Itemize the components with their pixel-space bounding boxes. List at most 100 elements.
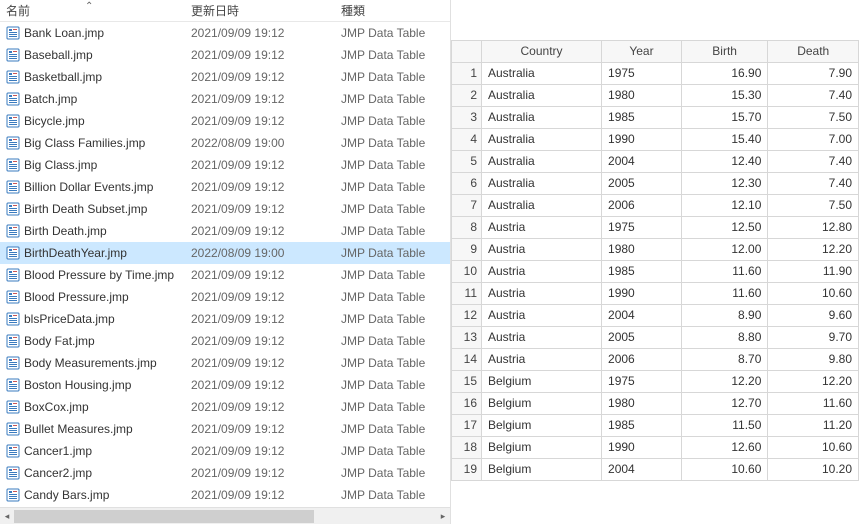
file-row[interactable]: Big Class.jmp2021/09/09 19:12JMP Data Ta…	[0, 154, 450, 176]
row-number-cell[interactable]: 14	[452, 348, 482, 370]
data-cell[interactable]: 7.50	[768, 106, 859, 128]
table-row[interactable]: 5Australia200412.407.40	[452, 150, 859, 172]
data-cell[interactable]: 7.40	[768, 84, 859, 106]
data-cell[interactable]: 10.60	[768, 436, 859, 458]
data-cell[interactable]: 12.00	[681, 238, 768, 260]
data-cell[interactable]: Australia	[482, 84, 602, 106]
table-row[interactable]: 17Belgium198511.5011.20	[452, 414, 859, 436]
data-cell[interactable]: 10.20	[768, 458, 859, 480]
data-cell[interactable]: 7.50	[768, 194, 859, 216]
data-cell[interactable]: 1980	[602, 84, 682, 106]
row-number-cell[interactable]: 3	[452, 106, 482, 128]
file-row[interactable]: Cancer2.jmp2021/09/09 19:12JMP Data Tabl…	[0, 462, 450, 484]
table-row[interactable]: 13Austria20058.809.70	[452, 326, 859, 348]
data-cell[interactable]: 9.60	[768, 304, 859, 326]
table-row[interactable]: 2Australia198015.307.40	[452, 84, 859, 106]
data-cell[interactable]: 10.60	[768, 282, 859, 304]
file-row[interactable]: Blood Pressure by Time.jmp2021/09/09 19:…	[0, 264, 450, 286]
row-number-cell[interactable]: 15	[452, 370, 482, 392]
data-cell[interactable]: Australia	[482, 62, 602, 84]
data-cell[interactable]: Australia	[482, 106, 602, 128]
data-cell[interactable]: 15.30	[681, 84, 768, 106]
table-row[interactable]: 16Belgium198012.7011.60	[452, 392, 859, 414]
data-cell[interactable]: Australia	[482, 150, 602, 172]
data-cell[interactable]: 11.60	[768, 392, 859, 414]
row-number-cell[interactable]: 17	[452, 414, 482, 436]
data-cell[interactable]: 2004	[602, 458, 682, 480]
data-cell[interactable]: 12.50	[681, 216, 768, 238]
file-row[interactable]: Batch.jmp2021/09/09 19:12JMP Data Table	[0, 88, 450, 110]
data-cell[interactable]: 2005	[602, 326, 682, 348]
scroll-left-arrow-icon[interactable]: ◂	[0, 508, 14, 524]
data-cell[interactable]: 2004	[602, 304, 682, 326]
data-cell[interactable]: 15.40	[681, 128, 768, 150]
file-row[interactable]: Big Class Families.jmp2022/08/09 19:00JM…	[0, 132, 450, 154]
data-cell[interactable]: 16.90	[681, 62, 768, 84]
row-number-cell[interactable]: 2	[452, 84, 482, 106]
file-row[interactable]: Basketball.jmp2021/09/09 19:12JMP Data T…	[0, 66, 450, 88]
table-row[interactable]: 18Belgium199012.6010.60	[452, 436, 859, 458]
data-cell[interactable]: 7.40	[768, 150, 859, 172]
scrollbar-thumb[interactable]	[14, 510, 314, 523]
table-row[interactable]: 9Austria198012.0012.20	[452, 238, 859, 260]
data-cell[interactable]: Belgium	[482, 436, 602, 458]
data-cell[interactable]: Belgium	[482, 392, 602, 414]
data-cell[interactable]: Australia	[482, 172, 602, 194]
file-row[interactable]: Bicycle.jmp2021/09/09 19:12JMP Data Tabl…	[0, 110, 450, 132]
table-row[interactable]: 15Belgium197512.2012.20	[452, 370, 859, 392]
data-cell[interactable]: 9.70	[768, 326, 859, 348]
file-list[interactable]: Bank Loan.jmp2021/09/09 19:12JMP Data Ta…	[0, 22, 450, 507]
data-table-pane[interactable]: CountryYearBirthDeath 1Australia197516.9…	[450, 0, 859, 524]
row-number-cell[interactable]: 5	[452, 150, 482, 172]
row-number-cell[interactable]: 18	[452, 436, 482, 458]
data-cell[interactable]: 12.70	[681, 392, 768, 414]
data-cell[interactable]: Austria	[482, 260, 602, 282]
data-cell[interactable]: 1975	[602, 216, 682, 238]
data-cell[interactable]: 11.60	[681, 282, 768, 304]
row-number-cell[interactable]: 6	[452, 172, 482, 194]
data-cell[interactable]: Austria	[482, 216, 602, 238]
data-cell[interactable]: 7.90	[768, 62, 859, 84]
data-cell[interactable]: 2004	[602, 150, 682, 172]
row-number-cell[interactable]: 8	[452, 216, 482, 238]
data-cell[interactable]: Belgium	[482, 458, 602, 480]
table-row[interactable]: 1Australia197516.907.90	[452, 62, 859, 84]
data-cell[interactable]: 1990	[602, 128, 682, 150]
data-cell[interactable]: 12.30	[681, 172, 768, 194]
data-cell[interactable]: 8.70	[681, 348, 768, 370]
file-row[interactable]: Bullet Measures.jmp2021/09/09 19:12JMP D…	[0, 418, 450, 440]
data-cell[interactable]: 10.60	[681, 458, 768, 480]
file-row[interactable]: Birth Death.jmp2021/09/09 19:12JMP Data …	[0, 220, 450, 242]
data-cell[interactable]: 11.90	[768, 260, 859, 282]
data-cell[interactable]: 8.80	[681, 326, 768, 348]
data-cell[interactable]: Australia	[482, 128, 602, 150]
file-row[interactable]: blsPriceData.jmp2021/09/09 19:12JMP Data…	[0, 308, 450, 330]
file-row[interactable]: Cancer1.jmp2021/09/09 19:12JMP Data Tabl…	[0, 440, 450, 462]
file-row[interactable]: Boston Housing.jmp2021/09/09 19:12JMP Da…	[0, 374, 450, 396]
row-number-cell[interactable]: 10	[452, 260, 482, 282]
file-row[interactable]: BoxCox.jmp2021/09/09 19:12JMP Data Table	[0, 396, 450, 418]
row-number-cell[interactable]: 16	[452, 392, 482, 414]
data-cell[interactable]: 7.40	[768, 172, 859, 194]
data-column-header[interactable]: Year	[602, 40, 682, 62]
table-row[interactable]: 6Australia200512.307.40	[452, 172, 859, 194]
column-header-type[interactable]: 種類	[335, 0, 435, 22]
file-row[interactable]: Billion Dollar Events.jmp2021/09/09 19:1…	[0, 176, 450, 198]
data-column-header[interactable]: Birth	[681, 40, 768, 62]
file-row[interactable]: Baseball.jmp2021/09/09 19:12JMP Data Tab…	[0, 44, 450, 66]
column-header-date[interactable]: 更新日時	[185, 0, 335, 22]
table-row[interactable]: 8Austria197512.5012.80	[452, 216, 859, 238]
row-number-cell[interactable]: 9	[452, 238, 482, 260]
data-cell[interactable]: 1990	[602, 436, 682, 458]
horizontal-scrollbar[interactable]: ◂ ▸	[0, 507, 450, 524]
file-row[interactable]: Birth Death Subset.jmp2021/09/09 19:12JM…	[0, 198, 450, 220]
data-cell[interactable]: 1985	[602, 414, 682, 436]
data-cell[interactable]: 1980	[602, 238, 682, 260]
data-cell[interactable]: Austria	[482, 326, 602, 348]
data-cell[interactable]: 12.60	[681, 436, 768, 458]
row-number-cell[interactable]: 13	[452, 326, 482, 348]
row-number-cell[interactable]: 12	[452, 304, 482, 326]
table-row[interactable]: 14Austria20068.709.80	[452, 348, 859, 370]
row-number-cell[interactable]: 7	[452, 194, 482, 216]
data-cell[interactable]: 9.80	[768, 348, 859, 370]
